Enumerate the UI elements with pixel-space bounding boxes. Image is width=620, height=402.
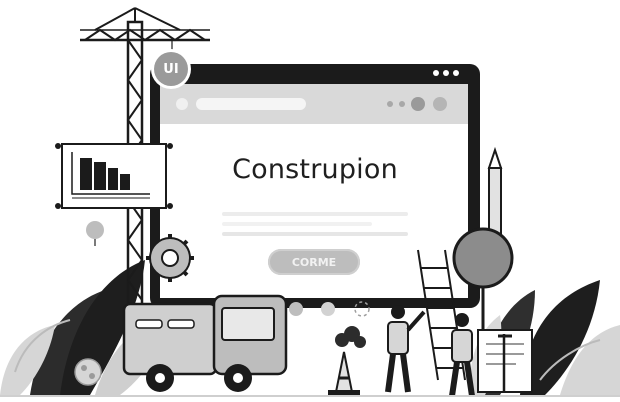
ui-badge-label: UI (163, 61, 179, 77)
bush-icon (335, 326, 366, 348)
ui-badge: UI (154, 52, 188, 86)
gear-icon (146, 234, 194, 282)
traffic-cone-icon (328, 351, 360, 395)
document-icon (477, 329, 533, 393)
construction-illustration (0, 7, 620, 397)
truck-icon (122, 294, 288, 392)
ball-icon (74, 358, 102, 386)
cta-button-label: CORME (291, 255, 337, 269)
worker-figure (449, 313, 475, 397)
page-title: Construpion (232, 154, 398, 185)
browser-bar (160, 84, 468, 124)
cta-button[interactable]: CORME (268, 249, 360, 275)
worker-figure (385, 305, 426, 393)
chart-board (55, 143, 173, 209)
pin-icon (86, 221, 104, 246)
